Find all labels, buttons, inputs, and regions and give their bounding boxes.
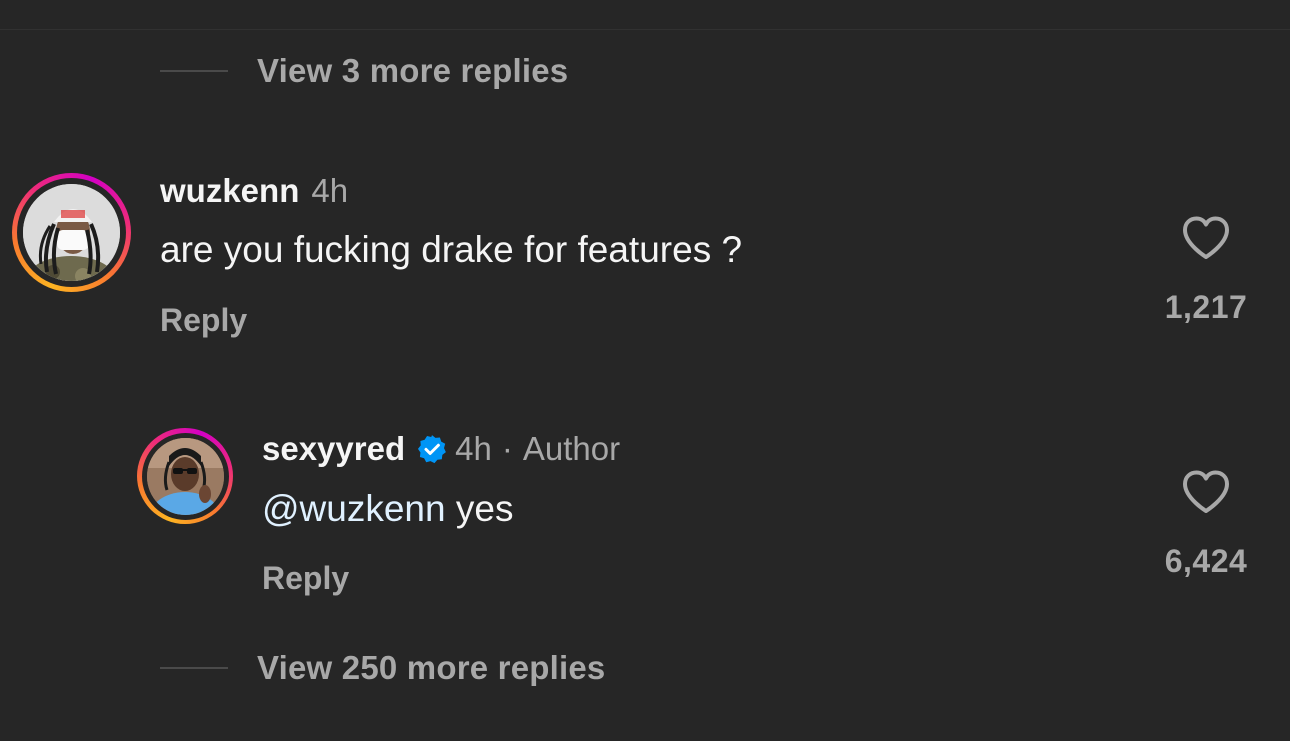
avatar-sexyyred[interactable] [137, 428, 233, 524]
reply-like-count[interactable]: 6,424 [1165, 543, 1248, 580]
comment-like-column: 1,217 [1146, 216, 1266, 326]
heart-outline-icon[interactable] [1182, 470, 1230, 514]
comment-text: are you fucking drake for features ? [160, 229, 743, 270]
avatar-wuzkenn[interactable] [12, 173, 131, 292]
reply-header: sexyyred 4h · Author [262, 430, 620, 468]
view-more-replies-bottom[interactable]: View 250 more replies [160, 649, 605, 687]
reply-reply-button[interactable]: Reply [262, 560, 349, 597]
view-more-replies-bottom-label: View 250 more replies [257, 649, 606, 686]
comment-username[interactable]: wuzkenn [160, 172, 299, 210]
comment-header: wuzkenn 4h [160, 172, 348, 210]
view-more-replies-top-label: View 3 more replies [257, 52, 569, 89]
reply-username[interactable]: sexyyred [262, 430, 405, 468]
top-divider [0, 29, 1290, 30]
thread-line [160, 667, 228, 669]
reply-meta-separator: · [501, 430, 513, 467]
comment-like-count[interactable]: 1,217 [1165, 289, 1248, 326]
verified-badge-icon [418, 435, 446, 464]
reply-timestamp: 4h [455, 430, 492, 467]
avatar-wuzkenn-image [23, 184, 120, 281]
reply-author-tag: Author [522, 430, 621, 467]
avatar-sexyyred-image [146, 437, 224, 515]
comment-reply-button[interactable]: Reply [160, 302, 247, 339]
view-more-replies-top[interactable]: View 3 more replies [160, 52, 568, 90]
reply-text-body: yes [445, 488, 514, 529]
thread-line [160, 70, 228, 72]
reply-like-column: 6,424 [1146, 470, 1266, 580]
heart-outline-icon[interactable] [1182, 216, 1230, 260]
reply-mention-link[interactable]: @wuzkenn [262, 488, 446, 529]
reply-text: @wuzkenn yes [262, 488, 513, 530]
comment-timestamp: 4h [311, 172, 349, 209]
